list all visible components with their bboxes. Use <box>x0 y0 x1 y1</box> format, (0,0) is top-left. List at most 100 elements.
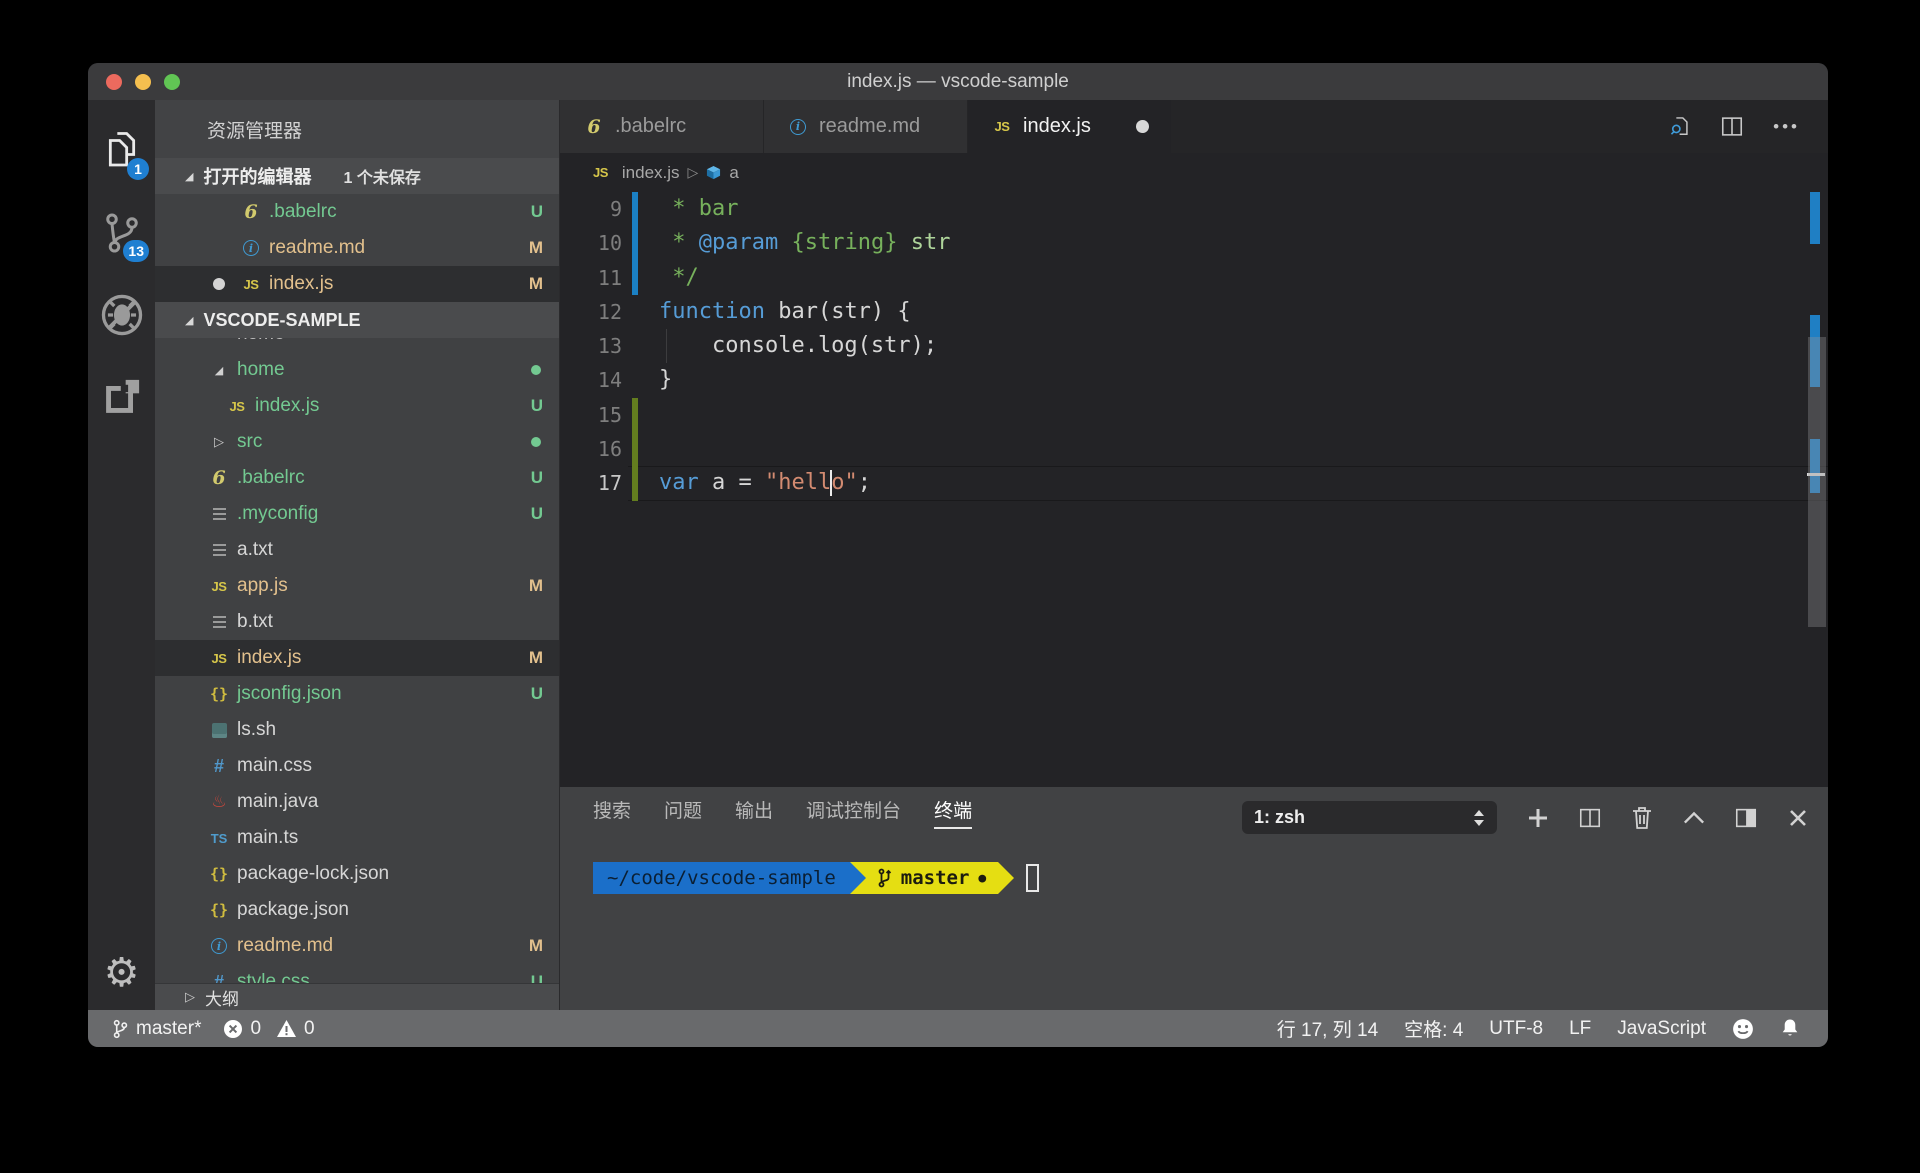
js-icon: JS <box>229 398 245 414</box>
tree-item[interactable]: ls.sh <box>155 712 559 748</box>
tree-item[interactable]: {} jsconfig.json U <box>155 676 559 712</box>
tree-item[interactable]: ◢ home <box>155 352 559 388</box>
git-status-badge: M <box>528 936 543 955</box>
status-language[interactable]: JavaScript <box>1617 1018 1706 1040</box>
code-editor[interactable]: 9 * bar 10 * @param {string} str 11 */12 fu… <box>560 192 1828 787</box>
gutter-change-bar <box>632 260 638 295</box>
tree-item[interactable]: .myconfig U <box>155 496 559 532</box>
vscode-window: index.js — vscode-sample 1 13 ⚙ 资源管理器 ◢ … <box>88 63 1828 1047</box>
more-actions-icon[interactable]: ••• <box>1773 117 1800 137</box>
tree-item[interactable]: ♨ main.java <box>155 784 559 820</box>
tree-item[interactable]: # main.css <box>155 748 559 784</box>
tab-babelrc[interactable]: 6 .babelrc <box>560 100 764 153</box>
section-collapsed-icon: ▷ <box>185 989 195 1004</box>
tree-item[interactable]: {} package.json <box>155 892 559 928</box>
status-cursor-position[interactable]: 行 17, 列 14 <box>1277 1015 1378 1042</box>
zoom-window-button[interactable] <box>164 73 180 90</box>
open-changes-icon[interactable] <box>1669 116 1691 138</box>
terminal-actions: 1: zsh <box>1242 801 1809 834</box>
activity-debug[interactable] <box>88 274 155 356</box>
notifications-bell-icon[interactable] <box>1780 1018 1800 1040</box>
tree-item[interactable]: {} package-lock.json <box>155 856 559 892</box>
tab-readme[interactable]: i readme.md <box>764 100 968 153</box>
terminal-cursor <box>1026 864 1040 892</box>
terminal[interactable]: ~/code/vscode-sample master ● <box>593 862 1828 894</box>
code-text: */ <box>628 261 699 295</box>
tree-item[interactable]: b.txt <box>155 604 559 640</box>
open-editors-label: 打开的编辑器 <box>203 167 312 187</box>
scrollbar-thumb[interactable] <box>1808 337 1826 627</box>
branch-glyph-icon <box>878 868 892 888</box>
untracked-dot-icon <box>531 437 541 447</box>
info-circle: i <box>243 240 259 256</box>
status-encoding[interactable]: UTF-8 <box>1489 1018 1543 1040</box>
panel-tab-debug-console[interactable]: 调试控制台 <box>806 796 901 829</box>
settings-gear-icon[interactable]: ⚙ <box>88 950 155 996</box>
close-window-button[interactable] <box>106 73 122 90</box>
activity-bar: 1 13 ⚙ <box>88 100 155 1010</box>
terminal-select[interactable]: 1: zsh <box>1242 801 1497 834</box>
tree-item[interactable]: TS main.ts <box>155 820 559 856</box>
breadcrumb-symbol[interactable]: a <box>729 163 738 183</box>
tree-item[interactable]: JS index.js M <box>155 640 559 676</box>
status-branch[interactable]: master* <box>112 1018 201 1040</box>
extensions-icon <box>100 375 144 419</box>
kill-terminal-trash-icon[interactable] <box>1631 806 1653 829</box>
panel-tab-problems[interactable]: 问题 <box>664 796 702 829</box>
tab-bar: 6 .babelrc i readme.md JS index.js ••• <box>560 100 1828 153</box>
status-eol[interactable]: LF <box>1569 1018 1591 1040</box>
tree-item[interactable]: a.txt <box>155 532 559 568</box>
tab-indexjs[interactable]: JS index.js <box>968 100 1172 153</box>
split-terminal-icon[interactable] <box>1579 807 1601 829</box>
open-editors-header[interactable]: ◢ 打开的编辑器 1 个未保存 <box>155 158 559 194</box>
breadcrumb[interactable]: JS index.js ▷ a <box>560 153 1828 192</box>
new-terminal-icon[interactable] <box>1527 807 1549 829</box>
minimize-window-button[interactable] <box>135 73 151 90</box>
file-name: index.js <box>255 395 320 416</box>
activity-source-control[interactable]: 13 <box>88 192 155 274</box>
file-name: readme.md <box>269 237 366 258</box>
open-editor-item[interactable]: JS index.js M <box>155 266 559 302</box>
move-panel-right-icon[interactable] <box>1735 807 1757 829</box>
open-editor-item[interactable]: i readme.md M <box>155 230 559 266</box>
project-section-header[interactable]: ◢ VSCODE-SAMPLE <box>155 302 559 338</box>
section-expand-icon: ◢ <box>185 314 194 327</box>
panel-tab-output[interactable]: 输出 <box>735 796 773 829</box>
tree-item[interactable]: JS index.js U <box>155 388 559 424</box>
token: } <box>659 367 673 393</box>
tree-item[interactable]: i readme.md M <box>155 928 559 964</box>
terminal-git-segment: master ● <box>865 862 999 894</box>
open-editor-item[interactable]: 6 .babelrc U <box>155 194 559 230</box>
panel-tab-search[interactable]: 搜索 <box>593 796 631 829</box>
unsaved-dot-icon[interactable] <box>1136 120 1149 133</box>
split-editor-icon[interactable] <box>1721 116 1743 138</box>
modified-region-mark <box>1810 192 1820 244</box>
activity-extensions[interactable] <box>88 356 155 438</box>
activity-explorer[interactable]: 1 <box>88 110 155 192</box>
window-title: index.js — vscode-sample <box>847 70 1069 92</box>
breadcrumb-file[interactable]: index.js <box>622 163 680 183</box>
close-panel-icon[interactable] <box>1787 807 1809 829</box>
file-name: ls.sh <box>237 719 277 740</box>
info-icon: i <box>207 938 231 954</box>
tree-item[interactable]: 6 .babelrc U <box>155 460 559 496</box>
maximize-panel-icon[interactable] <box>1683 807 1705 829</box>
file-name: main.java <box>237 791 319 812</box>
terminal-cwd-segment: ~/code/vscode-sample <box>593 862 850 894</box>
outline-section-header[interactable]: ▷ 大纲 <box>155 983 559 1010</box>
tree-item[interactable]: JS app.js M <box>155 568 559 604</box>
file-name: index.js <box>237 647 302 668</box>
file-name: index.js <box>269 273 334 294</box>
status-problems[interactable]: 0 0 <box>223 1018 315 1040</box>
feedback-smiley-icon[interactable] <box>1732 1018 1754 1040</box>
status-indentation[interactable]: 空格: 4 <box>1404 1015 1463 1042</box>
tree-item[interactable]: –home <box>155 338 559 352</box>
git-status-badge: U <box>530 504 543 523</box>
line-number: 16 <box>597 437 622 462</box>
tree-item[interactable]: ▷ src <box>155 424 559 460</box>
open-editors-list: 6 .babelrc Ui readme.md M JS index.js M <box>155 194 559 302</box>
panel-tab-terminal[interactable]: 终端 <box>934 796 973 829</box>
explorer-badge: 1 <box>127 158 149 180</box>
babel-icon: 6 <box>244 201 258 223</box>
